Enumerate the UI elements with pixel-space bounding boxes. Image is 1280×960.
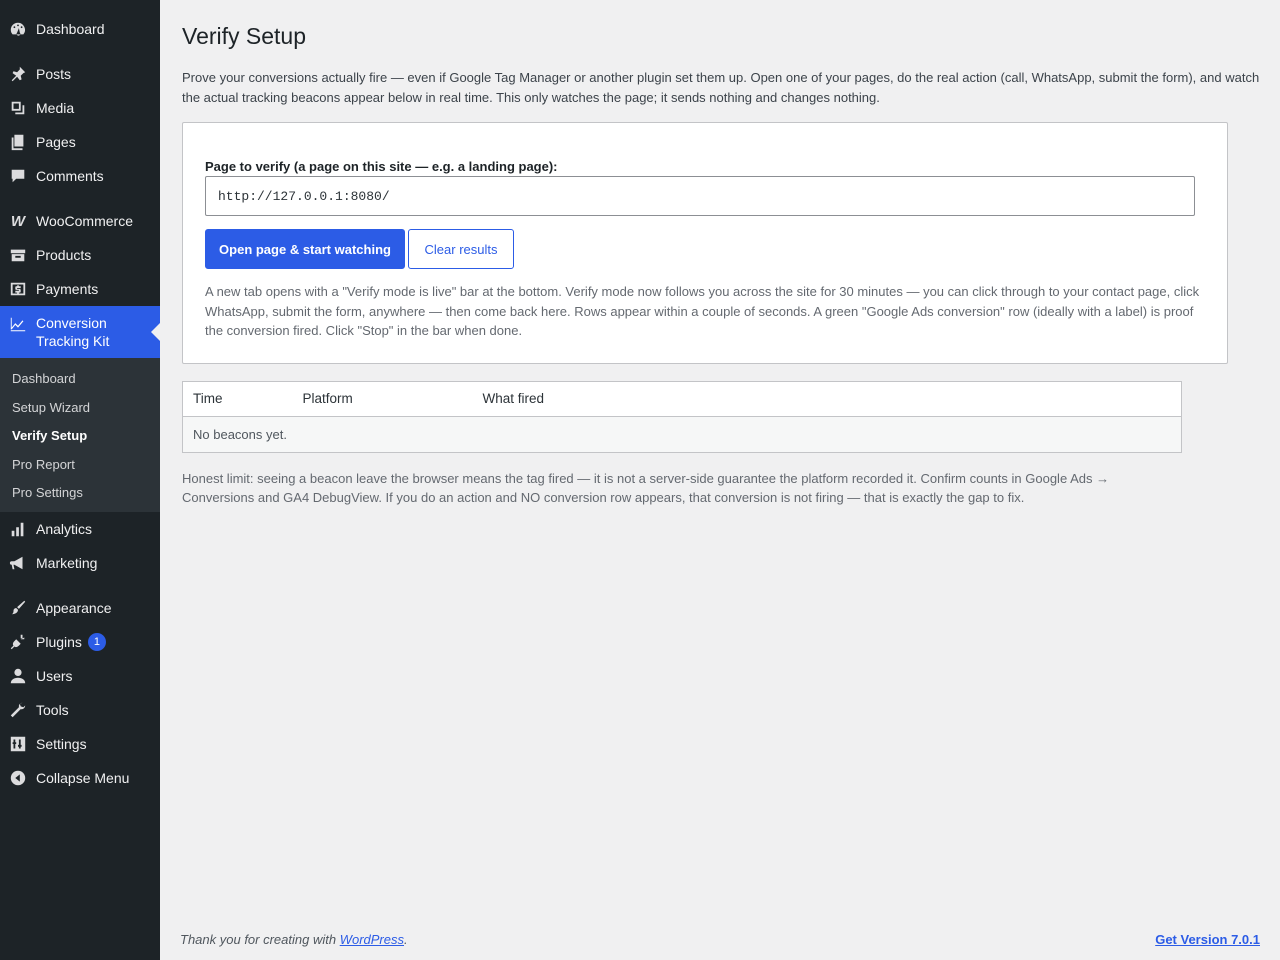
chart-line-icon [8, 314, 28, 334]
col-what-fired: What fired [472, 381, 1182, 417]
menu-media-label: Media [36, 100, 75, 116]
plugins-update-badge: 1 [87, 632, 106, 651]
bar-chart-icon [8, 519, 28, 539]
collapse-menu-label: Collapse Menu [36, 769, 130, 786]
menu-products-label: Products [36, 247, 92, 263]
menu-analytics-label: Analytics [36, 520, 93, 537]
thanks-prefix: Thank you for creating with [180, 932, 340, 947]
menu-tools[interactable]: Tools [0, 693, 160, 727]
url-input[interactable] [205, 176, 1195, 216]
menu-conversion-label: Conversion Tracking Kit [36, 315, 110, 349]
comment-icon [8, 166, 28, 186]
media-icon [8, 98, 28, 118]
thanks-suffix: . [404, 932, 408, 947]
menu-marketing-label: Marketing [36, 554, 98, 571]
menu-dashboard[interactable]: Dashboard [0, 12, 160, 46]
plugin-icon [8, 632, 28, 652]
page-title: Verify Setup [182, 23, 307, 49]
footer: Thank you for creating with WordPress. G… [180, 932, 1260, 947]
woocommerce-icon: W [10, 212, 26, 230]
wordpress-link[interactable]: WordPress [340, 932, 404, 947]
menu-woocommerce-label: WooCommerce [36, 213, 133, 229]
archive-icon [8, 245, 28, 265]
dollar-icon [8, 279, 28, 299]
pin-icon [8, 64, 28, 84]
menu-posts[interactable]: Posts [0, 57, 160, 91]
menu-appearance[interactable]: Appearance [0, 591, 160, 625]
menu-pages[interactable]: Pages [0, 125, 160, 159]
menu-settings[interactable]: Settings [0, 727, 160, 761]
submenu-pro-report[interactable]: Pro Report [0, 451, 160, 480]
settings-icon [8, 734, 28, 754]
submenu-dashboard[interactable]: Dashboard [0, 365, 160, 394]
menu-pages-label: Pages [36, 134, 76, 150]
wrench-icon [8, 700, 28, 720]
brush-icon [8, 598, 28, 618]
collapse-menu-button[interactable]: Collapse Menu [0, 761, 160, 795]
menu-conversion-tracking-kit[interactable]: Conversion Tracking Kit [0, 306, 160, 358]
menu-users-label: Users [36, 667, 73, 684]
main-content: Verify Setup Prove your conversions actu… [182, 0, 1260, 508]
menu-products[interactable]: Products [0, 238, 160, 272]
menu-tools-label: Tools [36, 701, 69, 718]
menu-dashboard-label: Dashboard [36, 21, 105, 37]
honest-limit-note: Honest limit: seeing a beacon leave the … [182, 470, 1110, 506]
menu-users[interactable]: Users [0, 659, 160, 693]
empty-message: No beacons yet. [182, 416, 1182, 452]
user-icon [8, 666, 28, 686]
menu-media[interactable]: Media [0, 91, 160, 125]
start-watching-button[interactable]: Open page & start watching [205, 229, 405, 269]
submenu-setup-wizard[interactable]: Setup Wizard [0, 394, 160, 423]
footer-thanks: Thank you for creating with WordPress. [180, 932, 408, 947]
menu-payments[interactable]: Payments [0, 272, 160, 306]
button-row: Open page & start watching Clear results [205, 229, 1205, 269]
menu-comments-label: Comments [36, 168, 104, 184]
admin-sidebar: Dashboard Posts Media Pages Comments W W… [0, 0, 160, 960]
collapse-icon [8, 768, 28, 788]
table-header-row: Time Platform What fired [182, 381, 1182, 417]
url-label: Page to verify (a page on this site — e.… [205, 159, 558, 174]
submenu-pro-settings[interactable]: Pro Settings [0, 479, 160, 508]
pages-icon [8, 132, 28, 152]
menu-posts-label: Posts [36, 66, 72, 82]
beacons-table: Time Platform What fired No beacons yet. [182, 380, 1182, 453]
conversion-submenu: Dashboard Setup Wizard Verify Setup Pro … [0, 358, 160, 512]
col-platform: Platform [292, 381, 473, 417]
menu-settings-label: Settings [36, 735, 87, 752]
menu-appearance-label: Appearance [36, 599, 112, 616]
clear-results-button[interactable]: Clear results [408, 229, 514, 269]
menu-payments-label: Payments [36, 281, 99, 297]
dashboard-icon [8, 19, 28, 39]
get-version-link[interactable]: Get Version 7.0.1 [1155, 932, 1260, 947]
help-text: A new tab opens with a "Verify mode is l… [205, 284, 1200, 338]
menu-woocommerce[interactable]: W WooCommerce [0, 204, 160, 238]
footer-version: Get Version 7.0.1 [1155, 932, 1260, 947]
megaphone-icon [8, 553, 28, 573]
col-time: Time [182, 381, 293, 417]
table-row: No beacons yet. [182, 416, 1182, 452]
menu-comments[interactable]: Comments [0, 159, 160, 193]
menu-marketing[interactable]: Marketing [0, 546, 160, 580]
verify-card: Page to verify (a page on this site — e.… [182, 122, 1228, 364]
menu-plugins[interactable]: Plugins 1 [0, 625, 160, 659]
page-intro: Prove your conversions actually fire — e… [182, 70, 1260, 105]
menu-plugins-label: Plugins [36, 633, 82, 650]
submenu-verify-setup[interactable]: Verify Setup [0, 422, 160, 451]
menu-analytics[interactable]: Analytics [0, 512, 160, 546]
